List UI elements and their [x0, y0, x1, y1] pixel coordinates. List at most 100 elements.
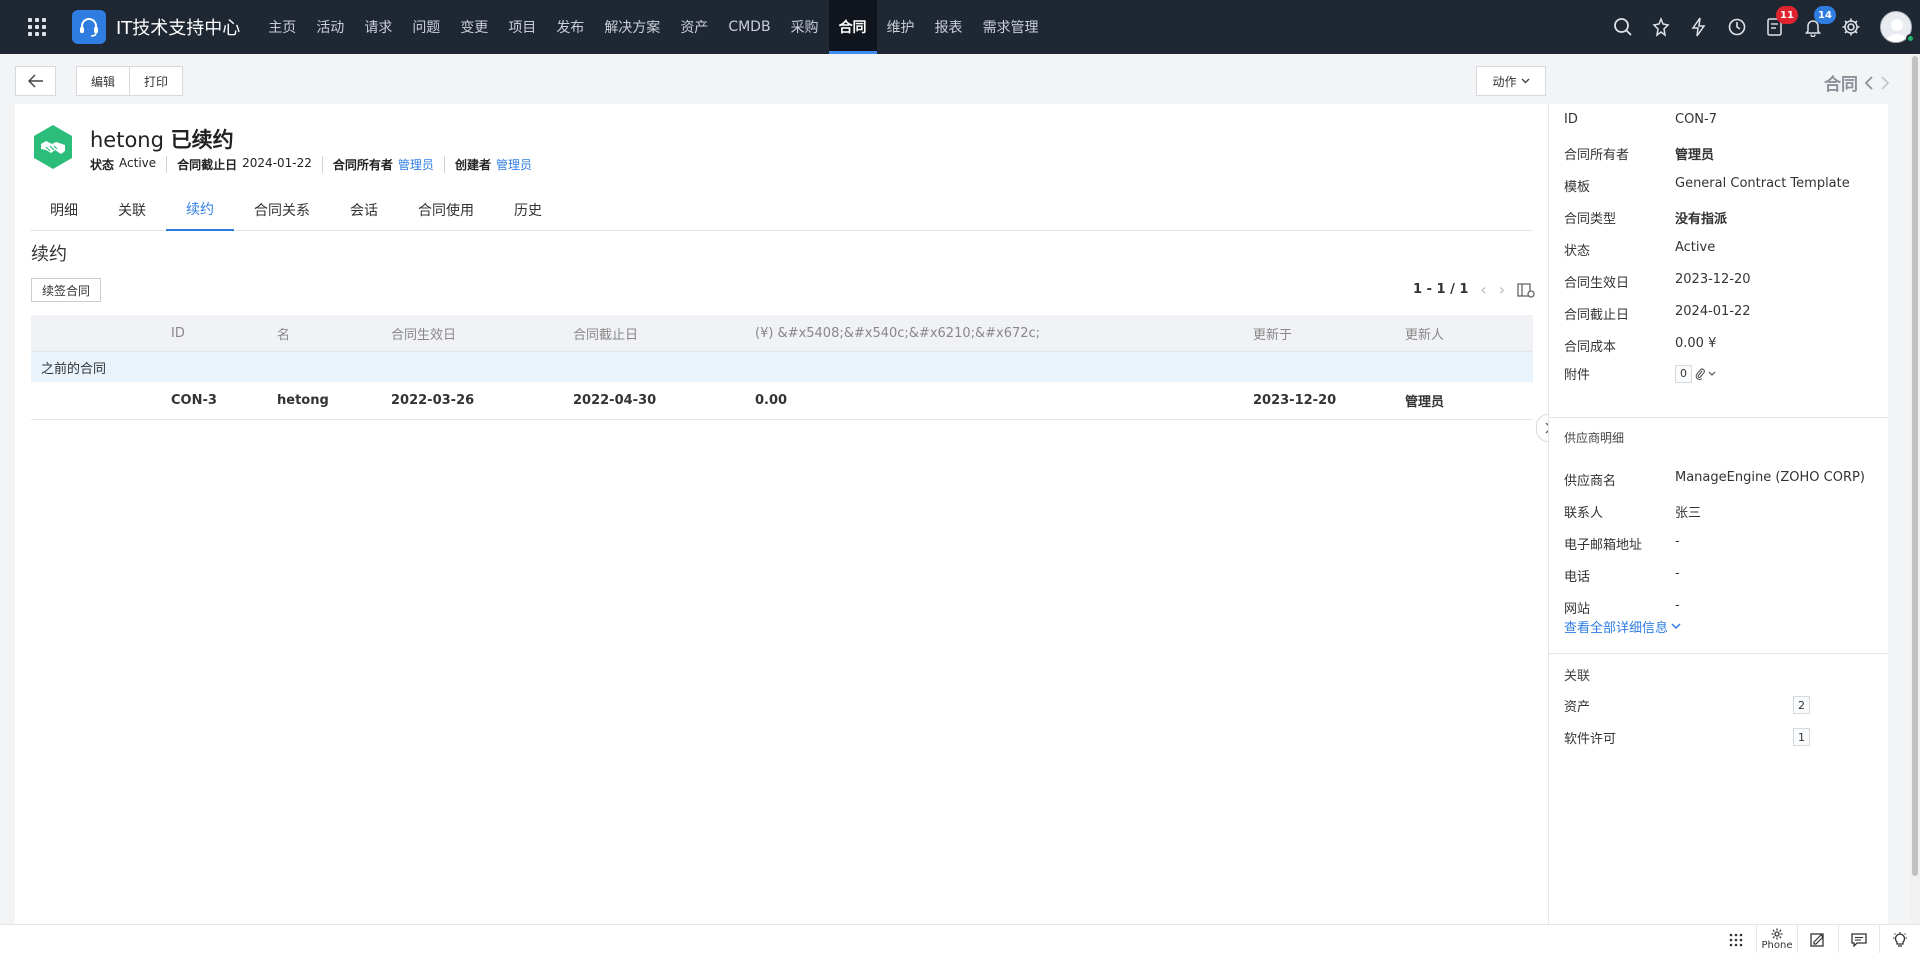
field-label: 附件 [1564, 368, 1591, 383]
column-header[interactable]: ID [171, 326, 277, 341]
bell-icon[interactable]: 14 [1794, 0, 1836, 54]
nav-item[interactable]: 需求管理 [973, 0, 1049, 54]
tab[interactable]: 合同使用 [398, 188, 494, 231]
edit-print-group: 编辑 打印 [76, 66, 184, 96]
field-value: 2023-12-20 [1675, 272, 1751, 287]
nav-item[interactable]: 项目 [498, 0, 546, 54]
column-header[interactable]: 更新人 [1405, 324, 1533, 343]
handshake-contract-icon [34, 125, 72, 169]
back-button[interactable] [15, 66, 56, 96]
association-label: 资产 [1564, 700, 1591, 715]
nav-item[interactable]: 合同 [828, 0, 877, 54]
column-settings-icon[interactable] [1517, 282, 1535, 298]
vendor-section-title: 供应商明细 [1564, 431, 1625, 445]
nav-item[interactable]: 报表 [925, 0, 973, 54]
column-header[interactable]: 合同生效日 [391, 324, 573, 343]
nav-item[interactable]: 维护 [877, 0, 925, 54]
phone-settings-button[interactable]: Phone [1756, 925, 1797, 953]
nav-item[interactable]: 解决方案 [594, 0, 670, 54]
record-title: hetong 已续约 [90, 124, 234, 154]
nav-item[interactable]: 主页 [258, 0, 306, 54]
view-all-details-link[interactable]: 查看全部详细信息 [1564, 617, 1681, 636]
tab[interactable]: 合同关系 [234, 188, 330, 231]
nav-item[interactable]: 变更 [450, 0, 498, 54]
nav-item[interactable]: CMDB [718, 0, 780, 54]
page-range: 1 - 1 / 1 [1413, 282, 1469, 297]
column-header[interactable]: 名 [277, 324, 391, 343]
previous-record-icon[interactable] [1864, 75, 1874, 91]
meta-status-value: Active [119, 156, 157, 170]
nav-item[interactable]: 请求 [354, 0, 402, 54]
actions-dropdown[interactable]: 动作 [1476, 66, 1546, 96]
field-value: Active [1675, 240, 1716, 255]
association-label: 软件许可 [1564, 732, 1617, 747]
nav-item[interactable]: 问题 [402, 0, 450, 54]
field-value: 0.00 ¥ [1675, 336, 1717, 351]
nav-item[interactable]: 采购 [781, 0, 829, 54]
record-status-suffix: 已续约 [170, 128, 234, 152]
nav-item[interactable]: 资产 [670, 0, 718, 54]
association-count[interactable]: 1 [1793, 728, 1810, 746]
gear-icon[interactable] [1832, 0, 1870, 54]
main-content: hetong 已续约 状态 Active 合同截止日 2024-01-22 合同所有… [15, 104, 1548, 924]
nav-item[interactable]: 活动 [306, 0, 354, 54]
app-launcher-icon[interactable] [20, 10, 54, 44]
next-record-icon[interactable] [1880, 75, 1890, 91]
lightning-icon[interactable] [1680, 0, 1718, 54]
vertical-scrollbar[interactable] [1910, 54, 1920, 924]
divider [1549, 653, 1889, 654]
dialpad-icon[interactable] [1715, 925, 1756, 953]
meta-creator-link[interactable]: 管理员 [496, 156, 532, 173]
attachment-control[interactable]: 0 [1675, 364, 1716, 383]
detail-field: 状态 Active [1564, 240, 1884, 259]
renewal-table: ID 名合同生效日 合同截止日 (¥) &#x5408;&#x540c;&#x6210… [31, 315, 1533, 420]
section-title: 续约 [31, 244, 67, 265]
tab[interactable]: 续约 [166, 188, 234, 231]
meta-owner-link[interactable]: 管理员 [398, 156, 434, 173]
lightbulb-icon[interactable] [1879, 925, 1920, 953]
history-icon[interactable] [1718, 0, 1756, 54]
column-header[interactable]: 合同截止日 [573, 324, 755, 343]
print-button[interactable]: 打印 [129, 67, 182, 95]
tab[interactable]: 明细 [30, 188, 98, 231]
nav-right-tools: 11 14 [1604, 0, 1920, 54]
association-count[interactable]: 2 [1793, 696, 1810, 714]
tab[interactable]: 关联 [98, 188, 166, 231]
prev-page-icon[interactable]: ‹ [1480, 280, 1486, 299]
field-value: CON-7 [1675, 112, 1717, 127]
edit-button[interactable]: 编辑 [77, 67, 129, 95]
search-icon[interactable] [1604, 0, 1642, 54]
association-item[interactable]: 资产 2 [1564, 696, 1884, 715]
association-item[interactable]: 软件许可 1 [1564, 728, 1884, 747]
field-label: 合同所有者 [1564, 148, 1630, 163]
task-list-icon[interactable]: 11 [1756, 0, 1798, 54]
table-cell: 2022-04-30 [573, 393, 657, 408]
table-cell: 2022-03-26 [391, 393, 475, 408]
column-header[interactable]: 更新于 [1253, 324, 1405, 343]
detail-field: 合同生效日 2023-12-20 [1564, 272, 1884, 291]
notes-icon[interactable] [1797, 925, 1838, 953]
field-label: 联系人 [1564, 506, 1604, 521]
field-label: 合同成本 [1564, 340, 1617, 355]
renew-contract-button[interactable]: 续签合同 [31, 278, 102, 302]
tab[interactable]: 历史 [494, 188, 562, 231]
field-value: 2024-01-22 [1675, 304, 1751, 319]
field-value: - [1675, 598, 1680, 613]
field-label: 合同截止日 [1564, 308, 1630, 323]
tab[interactable]: 会话 [330, 188, 398, 231]
quick-create-icon[interactable] [1642, 0, 1680, 54]
headset-logo-icon[interactable] [72, 10, 106, 44]
next-page-icon[interactable]: › [1499, 280, 1505, 299]
field-label: 模板 [1564, 180, 1591, 195]
nav-item[interactable]: 发布 [546, 0, 594, 54]
table-row[interactable]: CON-3 hetong 2022-03-26 2022-04-30 0.00 2023-… [31, 382, 1533, 420]
record-name: hetong [90, 128, 164, 152]
column-header[interactable]: (¥) &#x5408;&#x540c;&#x6210;&#x672c; [755, 326, 1253, 341]
arrow-left-icon [27, 74, 43, 88]
scrollbar-thumb[interactable] [1912, 56, 1918, 876]
detail-field: ID CON-7 [1564, 112, 1884, 127]
chat-icon[interactable] [1838, 925, 1879, 953]
meta-end-date-value: 2024-01-22 [242, 156, 312, 170]
table-body: CON-3 hetong 2022-03-26 2022-04-30 0.00 2023-… [31, 382, 1533, 420]
brand-title[interactable]: IT技术支持中心 [116, 14, 240, 40]
